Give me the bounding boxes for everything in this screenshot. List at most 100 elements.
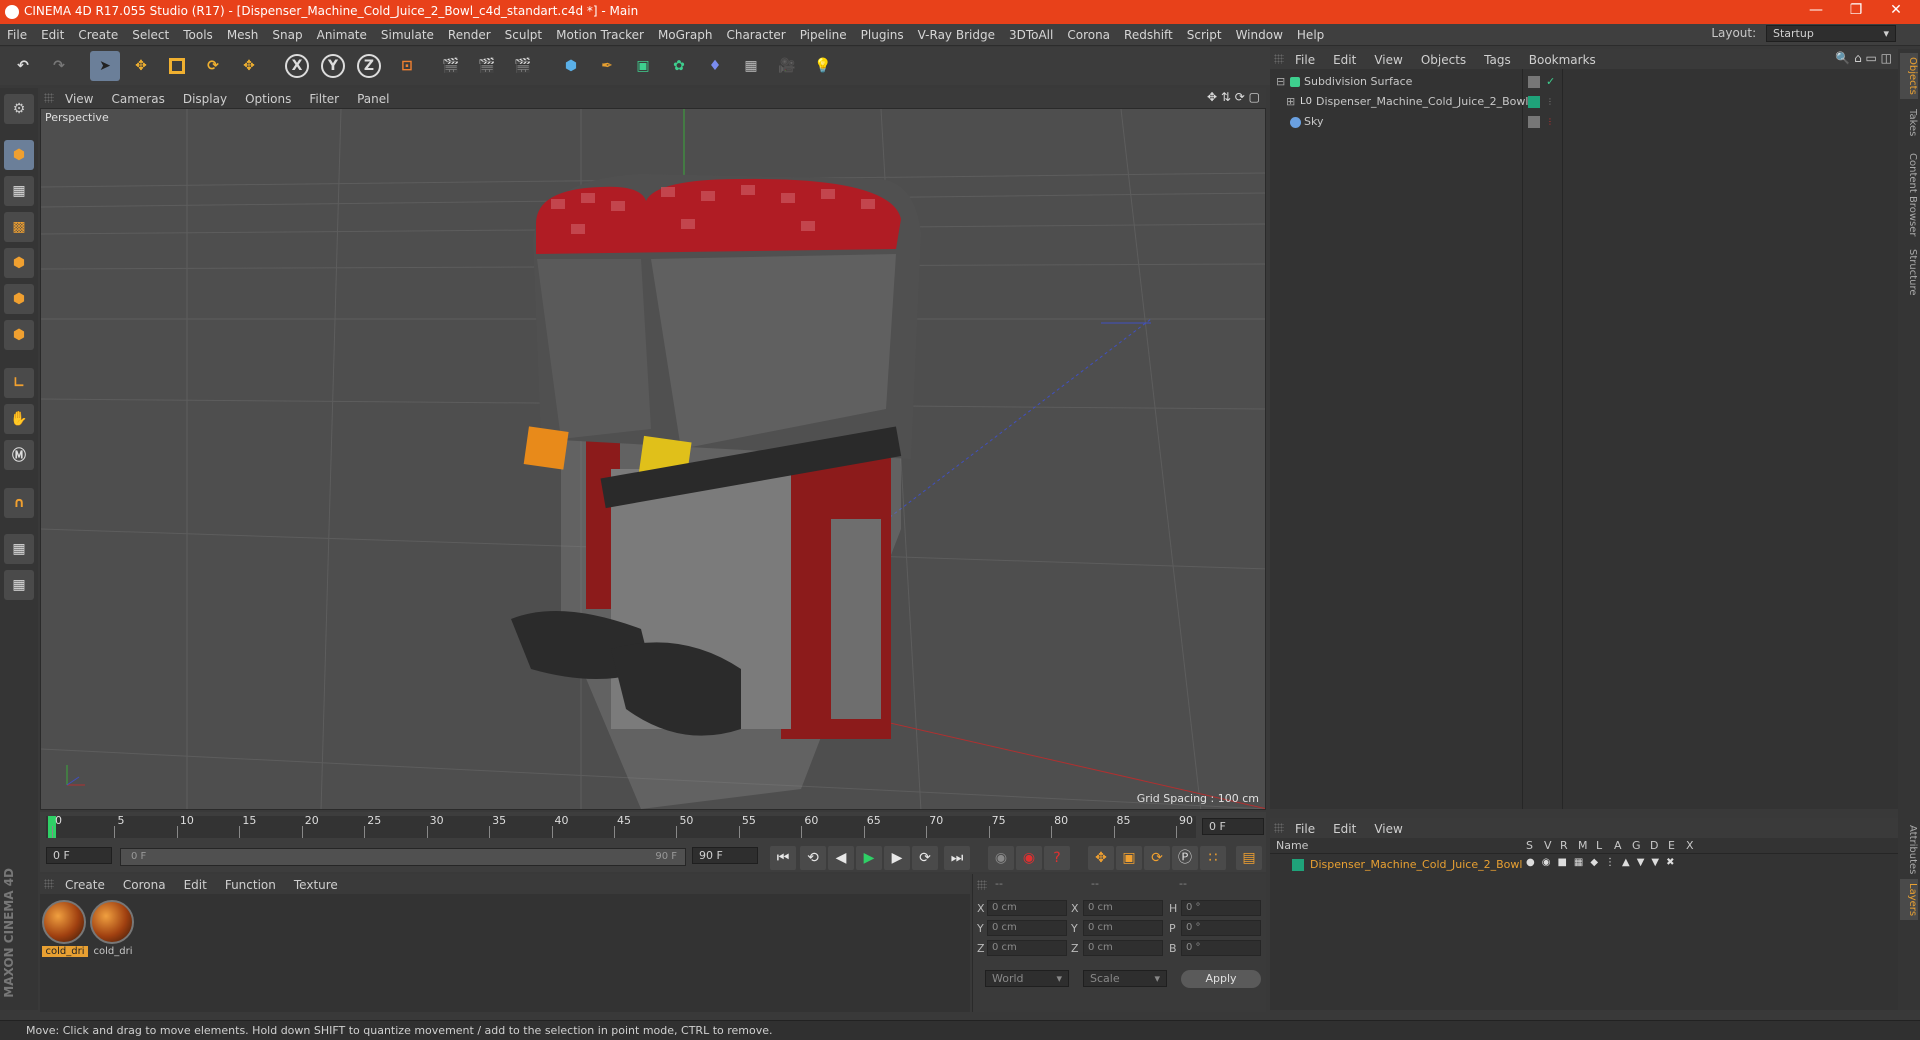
tab-attributes[interactable]: Attributes [1900,821,1918,878]
material-swatch[interactable]: cold_dri [90,900,136,957]
menu-file[interactable]: File [0,24,34,46]
layer-col-v[interactable]: V [1544,839,1552,852]
menu-window[interactable]: Window [1229,24,1290,46]
coordinate-mode-dropdown[interactable]: World ▾ [985,970,1069,987]
tab-takes[interactable]: Takes [1900,105,1918,140]
next-key-button[interactable]: ⟳ [912,846,938,870]
polygons-mode-button[interactable]: ⬢ [4,320,34,350]
object-row-subdivision[interactable]: ⊟ Subdivision Surface ✓ [1270,72,1898,92]
light-object-button[interactable]: 💡 [808,51,838,81]
rot-b-field[interactable]: 0 ° [1181,940,1261,956]
move-tool-button[interactable]: ✥ [126,51,156,81]
locked-workplane-button[interactable]: ▦ [4,570,34,600]
menu-animate[interactable]: Animate [310,24,374,46]
layer-col-r[interactable]: R [1560,839,1568,852]
edges-mode-button[interactable]: ⬢ [4,284,34,314]
menu-sculpt[interactable]: Sculpt [498,24,549,46]
layer-col-x[interactable]: X [1686,839,1694,852]
menu-edit[interactable]: Edit [34,24,71,46]
subdivision-surface-button[interactable]: ▣ [628,51,658,81]
material-menu-function[interactable]: Function [216,875,285,895]
object-menu-tags[interactable]: Tags [1475,50,1520,70]
layer-col-l[interactable]: L [1596,839,1602,852]
menu-tools[interactable]: Tools [176,24,220,46]
object-menu-view[interactable]: View [1365,50,1411,70]
tweak-mode-button[interactable]: ✋ [4,404,34,434]
frame-range-slider[interactable]: 0 F 90 F [120,848,686,866]
render-picture-viewer-button[interactable]: 🎬 [472,51,502,81]
rotate-tool-button[interactable]: ⟳ [198,51,228,81]
cube-object-button[interactable]: ⬢ [556,51,586,81]
close-icon[interactable]: ✕ [1876,2,1916,22]
array-object-button[interactable]: ✿ [664,51,694,81]
prev-frame-button[interactable]: ◀ [828,846,854,870]
magnet-button[interactable]: ∩ [4,488,34,518]
rotation-key-button[interactable]: ⟳ [1144,846,1170,870]
pos-z-field[interactable]: 0 cm [987,940,1067,956]
current-frame-field[interactable]: 0 F [1202,818,1264,835]
menu-snap[interactable]: Snap [265,24,309,46]
viewport-menu-options[interactable]: Options [236,89,300,109]
layer-col-m[interactable]: M [1578,839,1588,852]
pos-y-field[interactable]: 0 cm [987,920,1067,936]
visibility-icon[interactable] [1528,76,1540,88]
render-view-button[interactable]: 🎬 [436,51,466,81]
deformer-button[interactable]: ♦ [700,51,730,81]
menu-select[interactable]: Select [125,24,176,46]
layer-toggle-icons[interactable]: ●◉■▦◆⋮▲▼▼✖ [1526,857,1682,868]
axis-mode-button[interactable]: ∟ [4,368,34,398]
tab-objects[interactable]: Objects [1900,53,1918,99]
menu-3dtoall[interactable]: 3DToAll [1002,24,1060,46]
end-frame-field[interactable]: 90 F [692,847,758,864]
object-row-sky[interactable]: Sky ⋮ [1270,112,1898,132]
coordinate-system-button[interactable]: ⊡ [392,51,422,81]
layout-dropdown[interactable]: Startup ▾ [1766,25,1896,42]
goto-end-button[interactable]: ⏭ [944,846,970,870]
point-level-key-button[interactable]: ∷ [1200,846,1226,870]
points-mode-button[interactable]: ⬢ [4,248,34,278]
pos-x-field[interactable]: 0 cm [987,900,1067,916]
viewport-nav-icons[interactable]: ✥ ⇅ ⟳ ▢ [1207,90,1260,104]
spline-pen-button[interactable]: ✒ [592,51,622,81]
object-row-dispenser[interactable]: ⊞ L0 Dispenser_Machine_Cold_Juice_2_Bowl… [1270,92,1898,112]
viewport-menu-cameras[interactable]: Cameras [102,89,173,109]
autokey-button[interactable]: ◉ [1016,846,1042,870]
viewport-menu-filter[interactable]: Filter [300,89,348,109]
scale-mode-dropdown[interactable]: Scale ▾ [1083,970,1167,987]
menu-pipeline[interactable]: Pipeline [793,24,854,46]
scale-tool-button[interactable] [162,51,192,81]
menu-mesh[interactable]: Mesh [220,24,266,46]
layer-color-swatch[interactable] [1292,859,1304,871]
camera-object-button[interactable]: 🎥 [772,51,802,81]
parameter-key-button[interactable]: Ⓟ [1172,846,1198,870]
menu-script[interactable]: Script [1180,24,1229,46]
object-menu-file[interactable]: File [1286,50,1324,70]
material-menu-edit[interactable]: Edit [175,875,216,895]
workplane-lock-button[interactable]: ▦ [4,534,34,564]
material-menu-create[interactable]: Create [56,875,114,895]
visibility-dots-icon[interactable]: ⋮ [1546,112,1554,132]
layer-row[interactable]: Dispenser_Machine_Cold_Juice_2_Bowl ●◉■▦… [1270,856,1898,874]
layer-col-s[interactable]: S [1526,839,1533,852]
object-menu-edit[interactable]: Edit [1324,50,1365,70]
rot-p-field[interactable]: 0 ° [1181,920,1261,936]
collapse-icon[interactable]: ⊟ [1276,72,1285,92]
layer-col-a[interactable]: A [1614,839,1622,852]
snap-button[interactable]: Ⓜ [4,440,34,470]
rot-h-field[interactable]: 0 ° [1181,900,1261,916]
position-key-button[interactable]: ✥ [1088,846,1114,870]
size-y-field[interactable]: 0 cm [1083,920,1163,936]
menu-render[interactable]: Render [441,24,498,46]
menu-motion-tracker[interactable]: Motion Tracker [549,24,651,46]
visibility-dots-icon[interactable]: ⋮ [1546,92,1554,112]
minimize-icon[interactable]: — [1796,2,1836,22]
size-x-field[interactable]: 0 cm [1083,900,1163,916]
menu-help[interactable]: Help [1290,24,1331,46]
menu-mograph[interactable]: MoGraph [651,24,720,46]
menu-create[interactable]: Create [71,24,125,46]
menu-plugins[interactable]: Plugins [854,24,911,46]
workplane-mode-button[interactable]: ▩ [4,212,34,242]
prev-key-button[interactable]: ⟲ [800,846,826,870]
menu-redshift[interactable]: Redshift [1117,24,1180,46]
apply-button[interactable]: Apply [1181,970,1261,988]
